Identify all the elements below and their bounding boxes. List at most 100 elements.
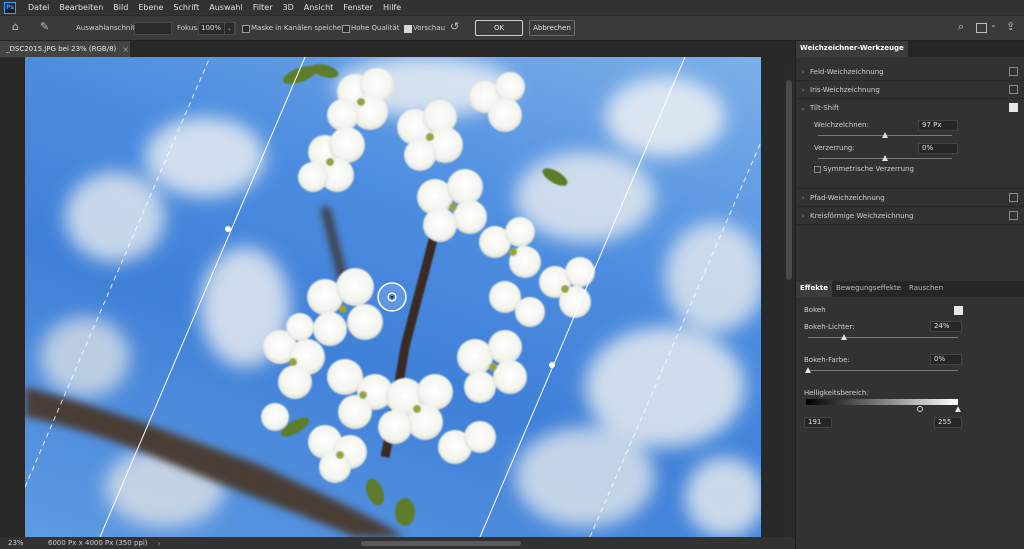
blur-amount-label: Weichzeichnen: bbox=[814, 121, 869, 129]
close-icon[interactable]: × bbox=[122, 45, 129, 54]
guide-handle-left[interactable] bbox=[225, 226, 231, 232]
status-bar: 23% 6000 Px x 4000 Px (350 ppi) › bbox=[0, 537, 795, 549]
workspace-icon[interactable] bbox=[976, 23, 987, 33]
symmetric-label: Symmetrische Verzerrung bbox=[823, 165, 914, 173]
path-checkbox[interactable] bbox=[1009, 193, 1018, 202]
bokeh-label: Bokeh bbox=[804, 306, 826, 314]
chevron-right-icon: › bbox=[801, 67, 805, 76]
chevron-right-icon: › bbox=[801, 85, 805, 94]
blur-item-label: Tilt-Shift bbox=[810, 103, 840, 112]
quality-label: Hohe Qualität bbox=[351, 24, 400, 32]
bokeh-lights-slider[interactable] bbox=[808, 337, 958, 338]
brightness-high-handle[interactable] bbox=[955, 406, 961, 412]
mask-checkbox[interactable] bbox=[242, 25, 250, 33]
blur-item-feld[interactable]: › Feld-Weichzeichnung bbox=[796, 63, 1024, 81]
vertical-scrollbar-thumb[interactable] bbox=[786, 80, 792, 280]
brightness-low-handle[interactable] bbox=[917, 406, 923, 412]
zoom-level[interactable]: 23% bbox=[8, 539, 48, 547]
photo-canvas[interactable] bbox=[25, 57, 761, 537]
menu-schrift[interactable]: Schrift bbox=[168, 3, 204, 12]
range-low-input[interactable]: 191 bbox=[804, 417, 832, 428]
blur-item-tiltshift[interactable]: ⌄ Tilt-Shift bbox=[796, 99, 1024, 116]
document-title: _DSC2015.JPG bei 23% (RGB/8) bbox=[6, 45, 117, 53]
ok-button[interactable]: OK bbox=[475, 20, 523, 36]
horizontal-scrollbar-thumb[interactable] bbox=[360, 540, 521, 546]
range-high-input[interactable]: 255 bbox=[934, 417, 962, 428]
menu-ebene[interactable]: Ebene bbox=[133, 3, 168, 12]
menu-fenster[interactable]: Fenster bbox=[338, 3, 378, 12]
quality-checkbox[interactable] bbox=[342, 25, 350, 33]
bokeh-lights-label: Bokeh-Lichter: bbox=[804, 323, 855, 331]
chevron-right-icon: › bbox=[801, 193, 805, 202]
menu-filter[interactable]: Filter bbox=[248, 3, 278, 12]
reset-icon[interactable]: ↺ bbox=[450, 20, 459, 33]
tab-noise[interactable]: Rauschen bbox=[905, 281, 947, 297]
blur-item-label: Iris-Weichzeichnung bbox=[810, 85, 880, 94]
bokeh-lights-input[interactable]: 24% bbox=[930, 321, 962, 332]
pin-tool-icon[interactable]: ✎ bbox=[40, 20, 49, 33]
distortion-slider-thumb[interactable] bbox=[882, 155, 888, 161]
chevron-right-icon: › bbox=[801, 211, 805, 220]
selection-label: Auswahlanschnitt: bbox=[76, 24, 141, 32]
photoshop-logo-icon[interactable]: Ps bbox=[4, 1, 16, 14]
bokeh-color-label: Bokeh-Farbe: bbox=[804, 356, 850, 364]
blur-amount-input[interactable]: 97 Px bbox=[918, 120, 958, 131]
home-icon[interactable]: ⌂ bbox=[12, 20, 19, 33]
bokeh-color-input[interactable]: 0% bbox=[930, 354, 962, 365]
bokeh-color-slider[interactable] bbox=[808, 370, 958, 371]
selection-input[interactable] bbox=[134, 22, 172, 35]
blur-item-label: Feld-Weichzeichnung bbox=[810, 67, 884, 76]
tab-blur-tools[interactable]: Weichzeichner-Werkzeuge bbox=[796, 41, 908, 57]
effects-panel: Effekte Bewegungseffekte Rauschen Bokeh … bbox=[796, 281, 1024, 549]
symmetric-checkbox[interactable] bbox=[814, 166, 821, 173]
share-icon[interactable]: ⇪ bbox=[1006, 20, 1015, 33]
blur-item-spin[interactable]: › Kreisförmige Weichzeichnung bbox=[796, 207, 1024, 225]
tiltshift-checkbox[interactable] bbox=[1009, 103, 1018, 112]
chevron-down-icon: ⌄ bbox=[800, 103, 806, 112]
bokeh-color-slider-thumb[interactable] bbox=[805, 367, 811, 373]
blur-item-iris[interactable]: › Iris-Weichzeichnung bbox=[796, 81, 1024, 99]
menu-bild[interactable]: Bild bbox=[108, 3, 133, 12]
canvas-area bbox=[0, 57, 795, 537]
iris-checkbox[interactable] bbox=[1009, 85, 1018, 94]
spin-checkbox[interactable] bbox=[1009, 211, 1018, 220]
tiltshift-settings: Weichzeichnen: 97 Px Verzerrung: 0% Symm… bbox=[796, 116, 1024, 189]
photo-image bbox=[25, 57, 761, 537]
mask-label: Maske in Kanälen speichern bbox=[251, 24, 349, 32]
brightness-range-label: Helligkeitsbereich: bbox=[804, 389, 869, 397]
blur-tools-header: Weichzeichner-Werkzeuge bbox=[796, 41, 1024, 57]
menu-3d[interactable]: 3D bbox=[278, 3, 299, 12]
menu-datei[interactable]: Datei bbox=[23, 3, 54, 12]
menu-auswahl[interactable]: Auswahl bbox=[204, 3, 247, 12]
brightness-range-gradient[interactable] bbox=[806, 399, 958, 405]
menu-bar: Ps Datei Bearbeiten Bild Ebene Schrift A… bbox=[0, 0, 1024, 15]
tab-effects[interactable]: Effekte bbox=[796, 281, 832, 297]
workspace-dropdown-icon[interactable]: ⌄ bbox=[990, 20, 997, 29]
blur-item-label: Kreisförmige Weichzeichnung bbox=[810, 211, 914, 220]
status-menu-arrow-icon[interactable]: › bbox=[158, 539, 161, 548]
tab-motion-effects[interactable]: Bewegungseffekte bbox=[832, 281, 905, 297]
cancel-button[interactable]: Abbrechen bbox=[529, 20, 575, 36]
feld-checkbox[interactable] bbox=[1009, 67, 1018, 76]
bokeh-checkbox[interactable] bbox=[954, 306, 963, 315]
document-info: 6000 Px x 4000 Px (350 ppi) bbox=[48, 539, 148, 547]
document-tab[interactable]: _DSC2015.JPG bei 23% (RGB/8) × bbox=[0, 41, 130, 57]
blur-tools-panel: Weichzeichner-Werkzeuge › Feld-Weichzeic… bbox=[795, 41, 1024, 549]
focus-label: Fokus: bbox=[177, 24, 200, 32]
blur-pin-icon[interactable] bbox=[377, 282, 407, 312]
menu-bearbeiten[interactable]: Bearbeiten bbox=[54, 3, 108, 12]
blur-item-label: Pfad-Weichzeichnung bbox=[810, 193, 885, 202]
menu-ansicht[interactable]: Ansicht bbox=[299, 3, 339, 12]
options-bar: ⌂ ✎ Auswahlanschnitt: Fokus: 100% ⌄ Mask… bbox=[0, 16, 1024, 41]
menu-hilfe[interactable]: Hilfe bbox=[378, 3, 406, 12]
effects-tabs: Effekte Bewegungseffekte Rauschen bbox=[796, 281, 1024, 297]
blur-amount-slider-thumb[interactable] bbox=[882, 132, 888, 138]
bokeh-lights-slider-thumb[interactable] bbox=[841, 334, 847, 340]
search-icon[interactable]: ⌕ bbox=[958, 20, 964, 34]
distortion-input[interactable]: 0% bbox=[918, 143, 958, 154]
distortion-label: Verzerrung: bbox=[814, 144, 855, 152]
preview-checkbox[interactable] bbox=[404, 25, 412, 33]
focus-dropdown-icon[interactable]: ⌄ bbox=[224, 22, 235, 35]
guide-handle-right[interactable] bbox=[549, 362, 555, 368]
blur-item-path[interactable]: › Pfad-Weichzeichnung bbox=[796, 189, 1024, 207]
